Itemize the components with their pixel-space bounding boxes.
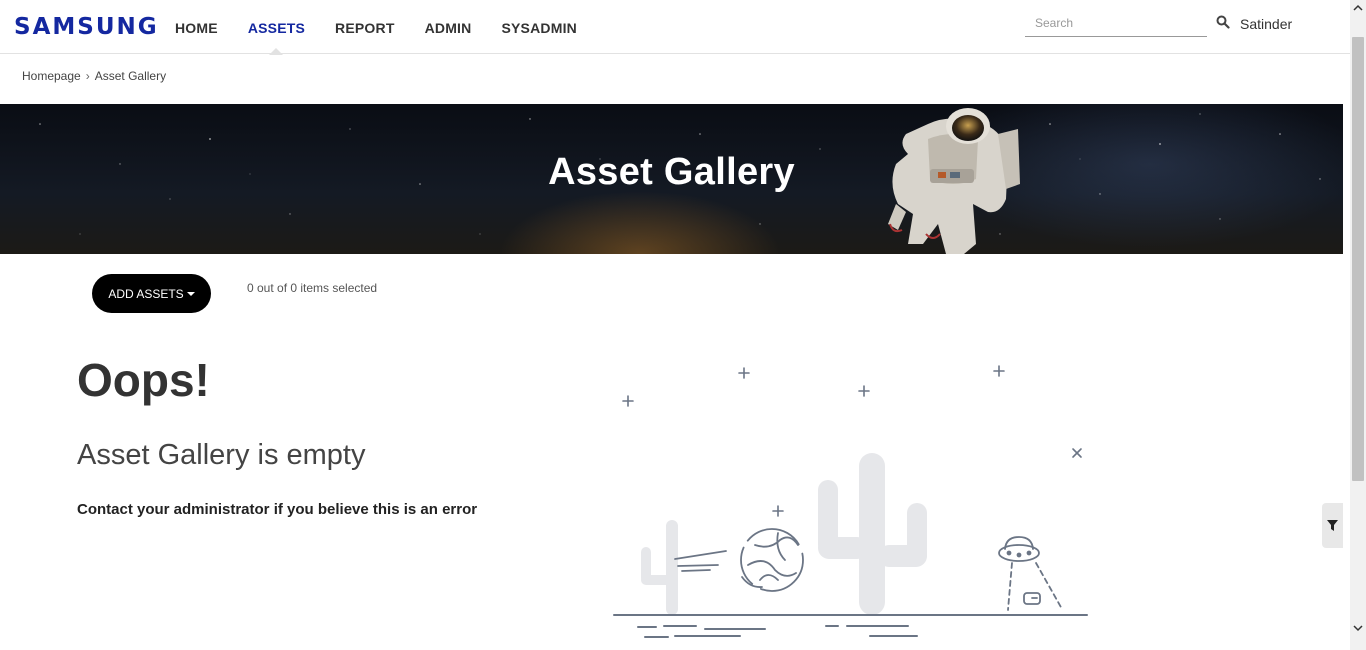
hero-banner: Asset Gallery xyxy=(0,104,1343,254)
breadcrumb-current: Asset Gallery xyxy=(94,69,167,83)
ground-lines xyxy=(613,614,1088,638)
breadcrumb-separator: › xyxy=(85,69,90,83)
page-scrollbar[interactable] xyxy=(1350,0,1366,650)
banner-title: Asset Gallery xyxy=(548,151,795,193)
sparkle-icon xyxy=(738,367,750,379)
sparkle-icon xyxy=(858,385,870,397)
ufo-icon xyxy=(998,536,1063,611)
caret-down-icon xyxy=(186,291,195,296)
breadcrumb-home[interactable]: Homepage xyxy=(22,69,81,83)
scrollbar-thumb[interactable] xyxy=(1352,37,1364,481)
breadcrumb: Homepage › Asset Gallery xyxy=(22,69,166,83)
nav-home[interactable]: HOME xyxy=(160,0,233,54)
scroll-up-icon[interactable] xyxy=(1353,3,1363,13)
empty-heading: Oops! xyxy=(77,354,210,406)
sparkle-icon xyxy=(622,395,634,407)
tumbleweed-icon xyxy=(674,528,804,592)
nav-assets[interactable]: ASSETS xyxy=(233,0,320,55)
sparkle-icon xyxy=(993,365,1005,377)
main-nav: HOME ASSETS REPORT ADMIN SYSADMIN xyxy=(160,0,592,55)
add-assets-button[interactable]: ADD ASSETS xyxy=(92,274,211,313)
search-icon[interactable] xyxy=(1216,15,1230,29)
cactus-large xyxy=(818,453,927,615)
nav-report[interactable]: REPORT xyxy=(320,0,410,54)
top-header: SAMSUNG HOME ASSETS REPORT ADMIN SYSADMI… xyxy=(0,0,1350,55)
filter-toggle[interactable] xyxy=(1322,503,1343,548)
empty-hint: Contact your administrator if you believ… xyxy=(77,501,478,518)
sparkle-icon xyxy=(772,505,784,517)
empty-message: Asset Gallery is empty xyxy=(77,439,366,471)
nav-admin[interactable]: ADMIN xyxy=(410,0,487,54)
selected-count: 0 out of 0 items selected xyxy=(247,281,378,295)
search-input[interactable] xyxy=(1025,10,1207,37)
sparkle-icon xyxy=(1072,448,1082,458)
samsung-logo[interactable]: SAMSUNG xyxy=(14,14,159,40)
add-assets-label: ADD ASSETS xyxy=(108,286,184,301)
empty-desert-illustration xyxy=(613,365,1088,638)
user-name[interactable]: Satinder xyxy=(1240,16,1292,32)
nav-sysadmin[interactable]: SYSADMIN xyxy=(486,0,592,54)
cactus-small xyxy=(641,520,678,615)
scroll-down-icon[interactable] xyxy=(1353,623,1363,633)
filter-icon xyxy=(1327,520,1338,531)
